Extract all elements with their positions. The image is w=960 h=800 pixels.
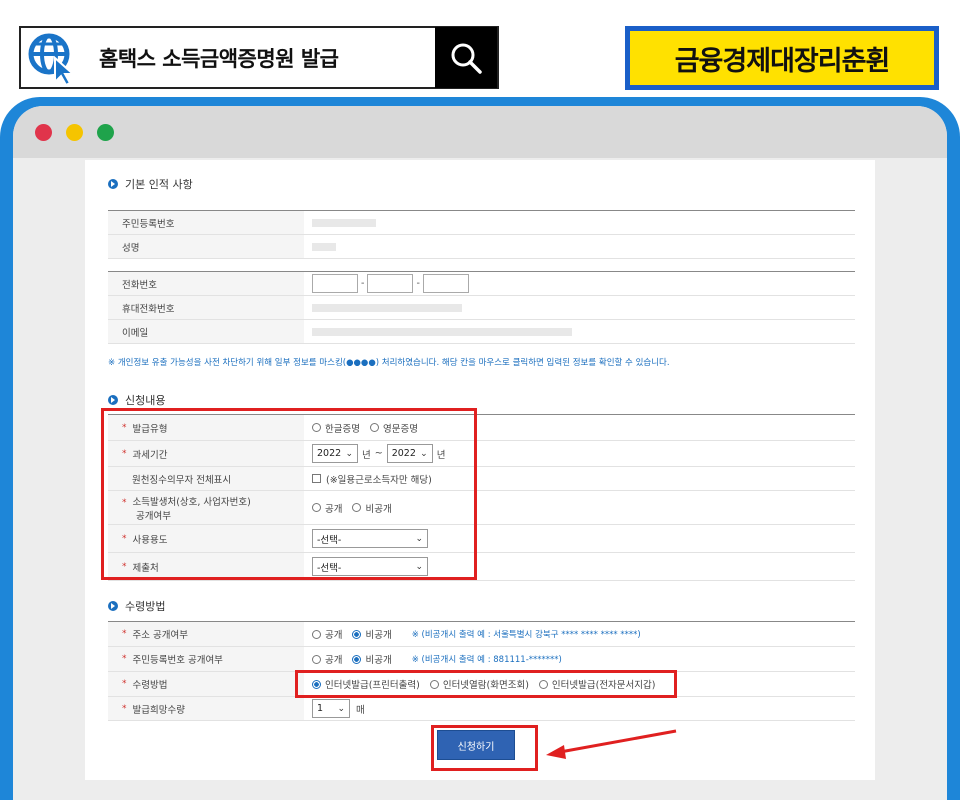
radio-icon xyxy=(312,629,321,639)
masked-name[interactable] xyxy=(312,242,336,251)
rrn-private[interactable]: 비공개 xyxy=(352,652,392,666)
radio-icon xyxy=(312,654,321,664)
address-public[interactable]: 공개 xyxy=(312,627,342,641)
name-label: 성명 xyxy=(108,235,304,258)
chevron-down-icon: ⌄ xyxy=(337,703,345,714)
section-basic-label: 기본 인적 사항 xyxy=(125,178,193,191)
section-receive-title: 수령방법 xyxy=(108,598,165,614)
search-bar[interactable]: 홈택스 소득금액증명원 발급 xyxy=(19,26,499,89)
masked-rrn[interactable] xyxy=(312,218,376,227)
brand-label: 금융경제대장리춘휜 xyxy=(630,31,934,85)
section-apply-title: 신청내용 xyxy=(108,392,165,408)
masked-email[interactable] xyxy=(312,327,572,336)
title-bar xyxy=(13,106,947,158)
maximize-dot-icon[interactable] xyxy=(97,123,114,141)
minimize-dot-icon[interactable] xyxy=(66,123,83,141)
address-public-label: 주소 공개여부 xyxy=(132,630,188,641)
copies-label: 발급희망수량 xyxy=(132,704,185,716)
search-button[interactable] xyxy=(435,27,497,88)
section-receive-label: 수령방법 xyxy=(125,600,166,613)
contact-table: 전화번호 - - 휴대전화번호 이메일 xyxy=(108,271,855,344)
phone-label: 전화번호 xyxy=(108,272,304,295)
close-dot-icon[interactable] xyxy=(35,123,52,141)
bullet-icon xyxy=(108,395,118,405)
phone-field-2[interactable] xyxy=(367,274,414,293)
phone-field-1[interactable] xyxy=(312,274,358,293)
highlight-box-method xyxy=(295,670,677,698)
globe-cursor-icon xyxy=(25,30,81,86)
masking-notice: ※ 개인정보 유출 가능성을 사전 차단하기 위해 일부 정보를 마스킹(●●●… xyxy=(108,358,670,368)
email-label: 이메일 xyxy=(108,320,304,343)
bullet-icon xyxy=(108,601,118,611)
radio-icon xyxy=(352,629,362,639)
copies-select[interactable]: 1 ⌄ xyxy=(312,699,350,718)
section-apply-label: 신청내용 xyxy=(125,394,166,407)
search-icon xyxy=(451,43,482,74)
radio-icon xyxy=(352,654,362,664)
receive-method-label: 수령방법 xyxy=(132,680,168,691)
rrn-public-label: 주민등록번호 공개여부 xyxy=(132,655,223,666)
highlight-box-button xyxy=(431,725,538,771)
rrn-hint: ※ (비공개시 출력 예 : 881111-*******) xyxy=(411,655,562,665)
phone-field-3[interactable] xyxy=(422,274,469,293)
search-query[interactable]: 홈택스 소득금액증명원 발급 xyxy=(81,43,435,73)
section-basic-title: 기본 인적 사항 xyxy=(108,176,193,192)
basic-info-table: 주민등록번호 성명 xyxy=(108,210,855,259)
copies-unit: 매 xyxy=(356,704,365,716)
arrow-icon xyxy=(546,729,677,759)
brand-logo: 금융경제대장리춘휜 xyxy=(625,26,939,90)
masked-mobile[interactable] xyxy=(312,303,462,312)
mobile-label: 휴대전화번호 xyxy=(108,296,304,319)
highlight-box-apply xyxy=(101,408,477,580)
bullet-icon xyxy=(108,179,118,189)
address-hint: ※ (비공개시 출력 예 : 서울특별시 강북구 **** **** **** … xyxy=(411,630,641,640)
rrn-label: 주민등록번호 xyxy=(108,211,304,234)
rrn-public[interactable]: 공개 xyxy=(312,652,342,666)
address-private[interactable]: 비공개 xyxy=(352,627,392,641)
